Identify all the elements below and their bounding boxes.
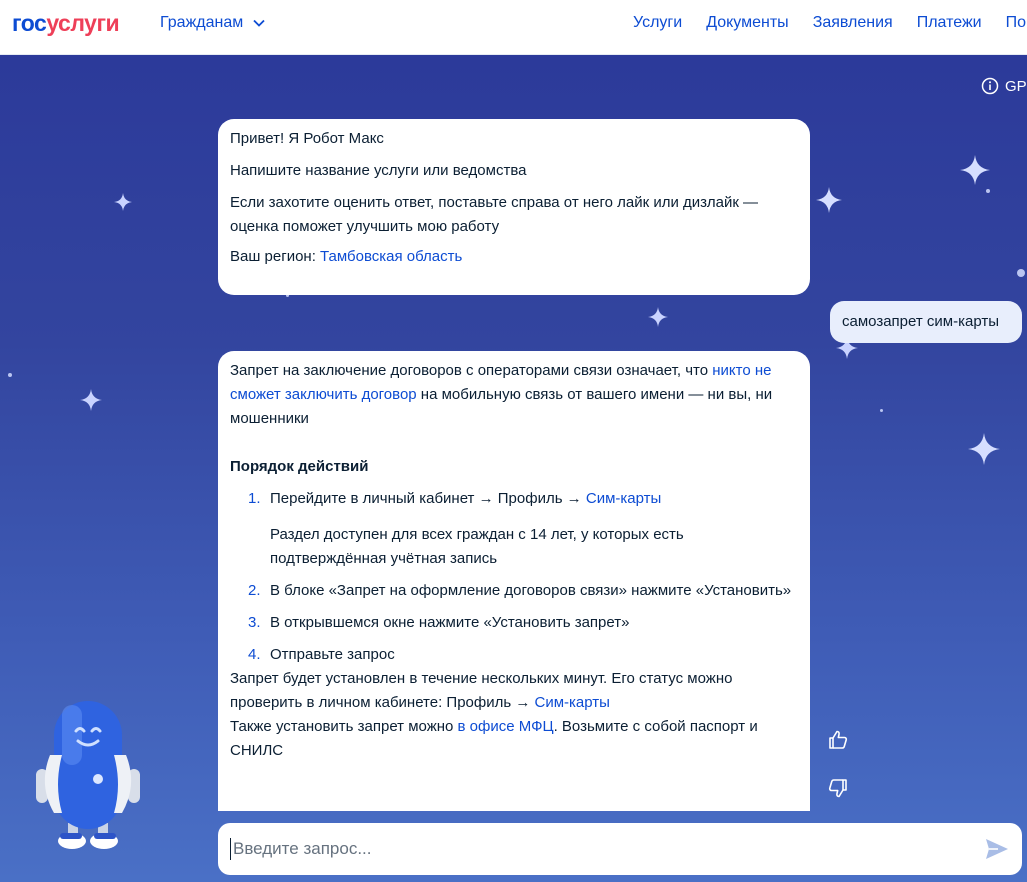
step-text: В открывшемся окне нажмите «Установить з…	[270, 614, 630, 631]
answer-intro: Запрет на заключение договоров с операто…	[230, 359, 798, 431]
steps-list: 1. Перейдите в личный кабинет → Профиль …	[230, 487, 798, 667]
sparkle-star-icon	[816, 187, 842, 213]
gosuslugi-logo[interactable]: госуслуги	[12, 10, 120, 36]
robot-max-mascot	[36, 701, 140, 849]
greeting-instruction: Напишите название услуги или ведомства	[230, 162, 527, 179]
sparkle-star-icon	[648, 307, 668, 327]
step-text: В блоке «Запрет на оформление договоров …	[270, 582, 792, 599]
info-icon	[981, 77, 999, 95]
nav-documents[interactable]: Документы	[706, 14, 788, 32]
answer-intro-text: Запрет на заключение договоров с операто…	[230, 362, 713, 379]
chevron-down-icon	[253, 19, 265, 27]
sparkle-star-icon	[80, 389, 102, 411]
step-number: 1.	[248, 490, 261, 507]
mfc-office-link[interactable]: в офисе МФЦ	[458, 718, 554, 735]
region-label: Ваш регион:	[230, 248, 321, 265]
sim-cards-link[interactable]: Сим-карты	[586, 490, 661, 507]
step-text: Отправьте запрос	[270, 646, 395, 663]
status-info: Запрет будет установлен в течение нескол…	[230, 667, 798, 715]
logo-part-gos: гос	[12, 10, 47, 36]
steps-title: Порядок действий	[230, 458, 369, 475]
sparkle-star-icon	[114, 193, 132, 211]
status-info-text: Запрет будет установлен в течение нескол…	[230, 670, 733, 711]
chat-area: GP Привет! Я Робот Макс Напишите названи…	[0, 55, 1027, 882]
chat-query-input[interactable]	[230, 838, 976, 860]
ai-info-label: GP	[1005, 77, 1027, 95]
step-item: 1. Перейдите в личный кабинет → Профиль …	[230, 487, 798, 511]
office-info: Также установить запрет можно в офисе МФ…	[230, 715, 798, 763]
bot-greeting-message: Привет! Я Робот Макс Напишите название у…	[218, 119, 810, 295]
citizens-menu[interactable]: Гражданам	[160, 14, 265, 32]
main-nav: Услуги Документы Заявления Платежи По	[633, 14, 1026, 32]
step-item: 2. В блоке «Запрет на оформление договор…	[230, 579, 798, 603]
nav-payments[interactable]: Платежи	[917, 14, 982, 32]
star-dot	[880, 409, 883, 412]
greeting-line: Привет! Я Робот Макс	[230, 130, 384, 147]
citizens-menu-label: Гражданам	[160, 14, 244, 31]
star-dot	[986, 189, 990, 193]
step-item: 3. В открывшемся окне нажмите «Установит…	[230, 611, 798, 635]
step-text-body: Перейдите в личный кабинет → Профиль →	[270, 490, 586, 507]
nav-services[interactable]: Услуги	[633, 14, 682, 32]
top-header: госуслуги Гражданам Услуги Документы Зая…	[0, 0, 1027, 55]
nav-applications[interactable]: Заявления	[813, 14, 893, 32]
star-dot	[8, 373, 12, 377]
bot-answer-message: Запрет на заключение договоров с операто…	[218, 351, 810, 811]
region-link[interactable]: Тамбовская область	[320, 248, 462, 265]
thumbs-down-icon[interactable]	[826, 776, 850, 800]
ai-info-badge[interactable]: GP	[981, 77, 1027, 95]
step-item: 4. Отправьте запрос	[230, 643, 798, 667]
greeting-rating-hint: Если захотите оценить ответ, поставьте с…	[230, 194, 759, 235]
office-info-text: Также установить запрет можно	[230, 718, 458, 735]
nav-more[interactable]: По	[1006, 14, 1026, 32]
logo-part-uslugi: услуги	[46, 10, 120, 36]
region-line: Ваш регион: Тамбовская область	[230, 245, 798, 269]
step-number: 2.	[248, 582, 261, 599]
step-number: 4.	[248, 646, 261, 663]
thumbs-up-icon[interactable]	[826, 728, 850, 752]
step-number: 3.	[248, 614, 261, 631]
user-message: самозапрет сим-карты	[830, 301, 1022, 343]
send-icon[interactable]	[984, 837, 1010, 861]
step-text: Перейдите в личный кабинет → Профиль → С…	[270, 487, 798, 511]
status-sim-cards-link[interactable]: Сим-карты	[535, 694, 610, 711]
sparkle-star-icon	[968, 433, 1000, 465]
star-dot	[1017, 269, 1025, 277]
step-note: Раздел доступен для всех граждан с 14 ле…	[270, 526, 684, 567]
chat-input-box	[218, 823, 1022, 875]
sparkle-star-icon	[960, 155, 990, 185]
